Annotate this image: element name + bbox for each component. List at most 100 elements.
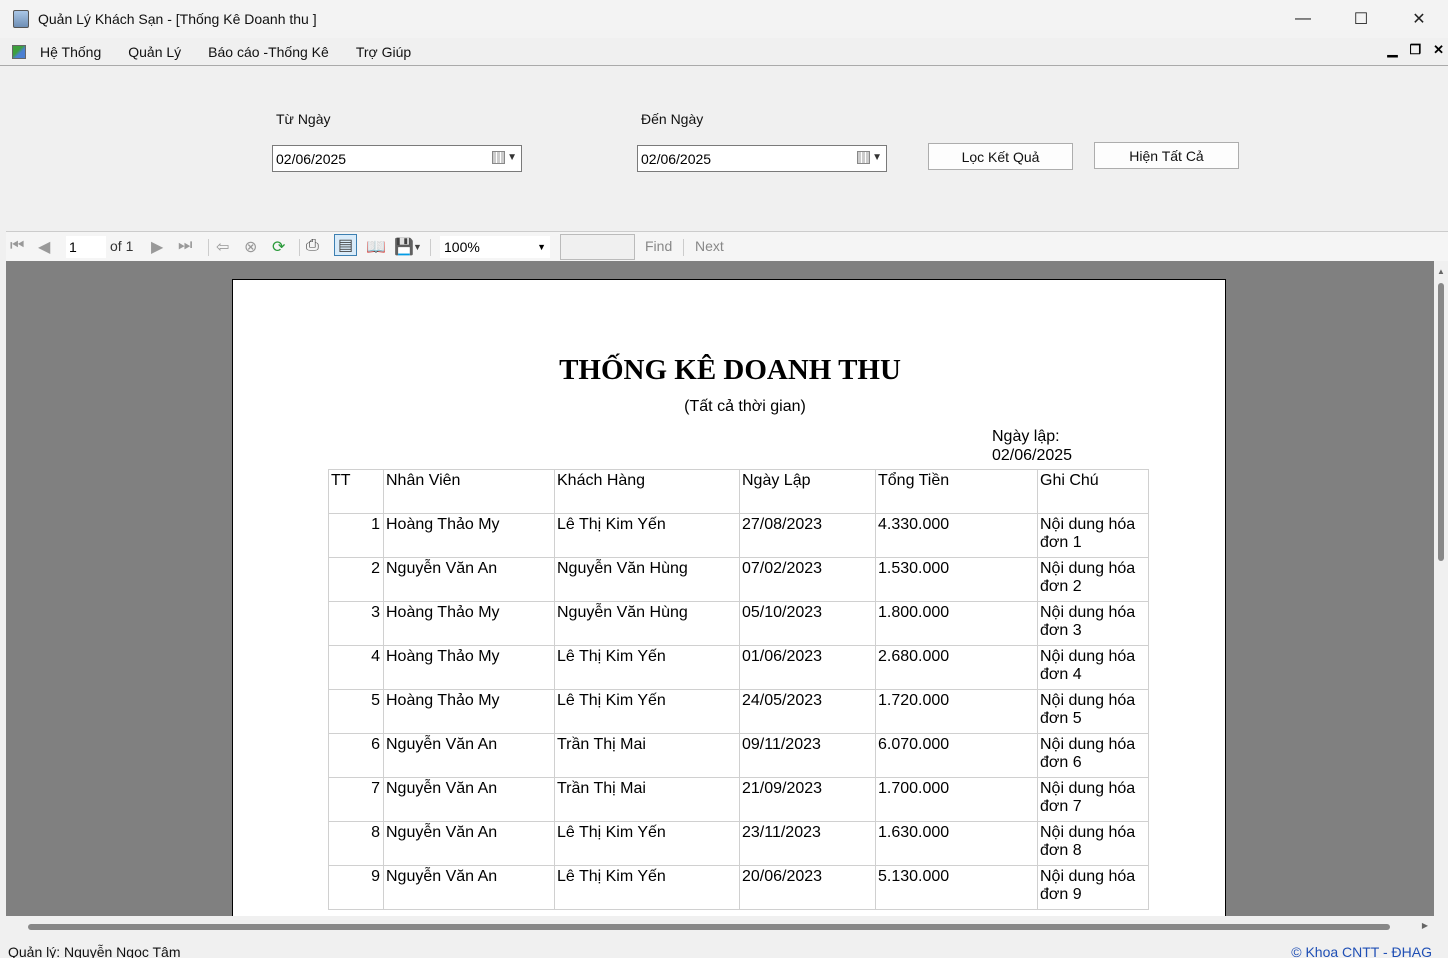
table-row: 1 Hoàng Thảo My Lê Thị Kim Yến 27/08/202… [328, 513, 1149, 558]
cell-ghi-chu: Nội dung hóa đơn 3 [1037, 601, 1149, 646]
cell-tt: 3 [328, 601, 384, 646]
table-row: 5 Hoàng Thảo My Lê Thị Kim Yến 24/05/202… [328, 689, 1149, 734]
find-input[interactable] [560, 234, 635, 260]
menu-item-tro-giup[interactable]: Trợ Giúp [356, 44, 411, 60]
table-header-row: TT Nhân Viên Khách Hàng Ngày Lập Tổng Ti… [328, 469, 1149, 514]
column-header: Tổng Tiền [875, 469, 1038, 514]
report-subtitle: (Tất cả thời gian) [684, 398, 806, 415]
first-page-icon[interactable]: ⏮ [10, 237, 24, 255]
close-button[interactable]: ✕ [1390, 0, 1448, 38]
filter-results-button[interactable]: Lọc Kết Quả [928, 143, 1073, 170]
next-page-icon[interactable]: ▶ [151, 237, 163, 257]
cell-tong-tien: 6.070.000 [875, 733, 1038, 778]
cell-tong-tien: 2.680.000 [875, 645, 1038, 690]
cell-ngay-lap: 23/11/2023 [739, 821, 876, 866]
cell-tt: 1 [328, 513, 384, 558]
cell-khach-hang: Trần Thị Mai [554, 777, 740, 822]
toolbar-separator [299, 239, 300, 256]
from-date-picker[interactable]: 02/06/2025 ▼ [272, 145, 522, 172]
menu-item-bao-cao[interactable]: Báo cáo -Thống Kê [208, 44, 329, 60]
page-number-input[interactable]: 1 [66, 236, 106, 258]
zoom-select[interactable]: 100% ▼ [440, 236, 550, 258]
export-icon[interactable]: 💾 [394, 237, 414, 257]
show-all-button[interactable]: Hiện Tất Cả [1094, 142, 1239, 169]
scroll-right-icon[interactable]: ▶ [1422, 921, 1428, 930]
menu-item-he-thong[interactable]: Hệ Thống [40, 44, 101, 60]
app-database-icon [13, 10, 29, 28]
previous-page-icon[interactable]: ◀ [38, 237, 50, 257]
cell-tt: 7 [328, 777, 384, 822]
filter-panel: Từ Ngày 02/06/2025 ▼ Đến Ngày 02/06/2025… [6, 67, 1448, 231]
report-page: THỐNG KÊ DOANH THU (Tất cả thời gian) Ng… [232, 279, 1226, 916]
cell-tong-tien: 1.720.000 [875, 689, 1038, 734]
to-date-label: Đến Ngày [641, 111, 704, 127]
chevron-down-icon: ▼ [507, 152, 517, 163]
minimize-button[interactable]: — [1274, 0, 1332, 38]
maximize-button[interactable]: ☐ [1332, 0, 1390, 38]
last-page-icon[interactable]: ⏭ [178, 237, 192, 255]
table-row: 4 Hoàng Thảo My Lê Thị Kim Yến 01/06/202… [328, 645, 1149, 690]
cell-tt: 5 [328, 689, 384, 734]
report-toolbar: ⏮ ◀ 1 of 1 ▶ ⏭ ⇦ ⊗ ⟳ ⎙ ▤ 📖 💾 ▼ 100% ▼ Fi… [6, 231, 1448, 261]
back-icon[interactable]: ⇦ [216, 237, 229, 257]
page-setup-icon[interactable]: 📖 [366, 237, 386, 257]
scroll-thumb[interactable] [1438, 283, 1444, 561]
column-header: TT [328, 469, 384, 514]
cell-ngay-lap: 05/10/2023 [739, 601, 876, 646]
cell-khach-hang: Lê Thị Kim Yến [554, 865, 740, 910]
refresh-icon[interactable]: ⟳ [272, 237, 285, 257]
cell-tong-tien: 1.630.000 [875, 821, 1038, 866]
vertical-scrollbar[interactable]: ▲ [1434, 261, 1448, 916]
toolbar-separator [430, 239, 431, 256]
cell-tt: 8 [328, 821, 384, 866]
cell-ngay-lap: 01/06/2023 [739, 645, 876, 690]
title-bar: Quản Lý Khách Sạn - [Thống Kê Doanh thu … [0, 0, 1448, 38]
find-link[interactable]: Find [645, 238, 672, 254]
mdi-close-icon[interactable]: ✕ [1433, 42, 1444, 58]
report-title: THỐNG KÊ DOANH THU [559, 354, 901, 386]
cell-nhan-vien: Nguyễn Văn An [383, 733, 555, 778]
report-date-value: 02/06/2025 [992, 447, 1073, 464]
cell-tong-tien: 5.130.000 [875, 865, 1038, 910]
to-date-value: 02/06/2025 [641, 150, 712, 167]
cell-nhan-vien: Nguyễn Văn An [383, 821, 555, 866]
column-header: Ngày Lập [739, 469, 876, 514]
scroll-thumb[interactable] [28, 924, 1390, 930]
column-header: Nhân Viên [383, 469, 555, 514]
window-title: Quản Lý Khách Sạn - [Thống Kê Doanh thu … [38, 11, 317, 27]
column-header: Khách Hàng [554, 469, 740, 514]
from-date-label: Từ Ngày [276, 111, 331, 127]
cell-ghi-chu: Nội dung hóa đơn 8 [1037, 821, 1149, 866]
cell-tt: 2 [328, 557, 384, 602]
cell-ngay-lap: 24/05/2023 [739, 689, 876, 734]
horizontal-scrollbar[interactable]: ▶ [6, 916, 1434, 938]
cell-ghi-chu: Nội dung hóa đơn 1 [1037, 513, 1149, 558]
window-controls: — ☐ ✕ [1274, 0, 1448, 38]
status-user: Quản lý: Nguyễn Ngọc Tâm [8, 944, 181, 958]
to-date-picker[interactable]: 02/06/2025 ▼ [637, 145, 887, 172]
from-date-value: 02/06/2025 [276, 150, 347, 167]
from-date-dropdown[interactable]: ▼ [492, 151, 517, 164]
report-viewer: THỐNG KÊ DOANH THU (Tất cả thời gian) Ng… [6, 261, 1434, 916]
cell-ngay-lap: 21/09/2023 [739, 777, 876, 822]
cell-nhan-vien: Nguyễn Văn An [383, 865, 555, 910]
mdi-child-icon [12, 44, 26, 59]
export-dropdown-icon[interactable]: ▼ [413, 242, 422, 252]
menu-item-quan-ly[interactable]: Quản Lý [128, 44, 181, 60]
mdi-minimize-icon[interactable]: ▁ [1387, 42, 1397, 58]
print-layout-icon[interactable]: ▤ [334, 234, 358, 256]
table-body: 1 Hoàng Thảo My Lê Thị Kim Yến 27/08/202… [328, 513, 1149, 910]
stop-icon[interactable]: ⊗ [244, 237, 257, 257]
mdi-controls: ▁ ❐ ✕ [1387, 42, 1444, 58]
cell-ngay-lap: 09/11/2023 [739, 733, 876, 778]
menu-bar: Hệ Thống Quản Lý Báo cáo -Thống Kê Trợ G… [0, 38, 1448, 66]
table-row: 9 Nguyễn Văn An Lê Thị Kim Yến 20/06/202… [328, 865, 1149, 910]
find-next-link[interactable]: Next [695, 238, 724, 254]
toolbar-separator [208, 239, 209, 256]
to-date-dropdown[interactable]: ▼ [857, 151, 882, 164]
cell-tong-tien: 4.330.000 [875, 513, 1038, 558]
scroll-up-icon[interactable]: ▲ [1437, 267, 1445, 276]
print-icon[interactable]: ⎙ [306, 237, 319, 255]
chevron-down-icon: ▼ [537, 242, 546, 252]
mdi-restore-icon[interactable]: ❐ [1409, 42, 1421, 58]
